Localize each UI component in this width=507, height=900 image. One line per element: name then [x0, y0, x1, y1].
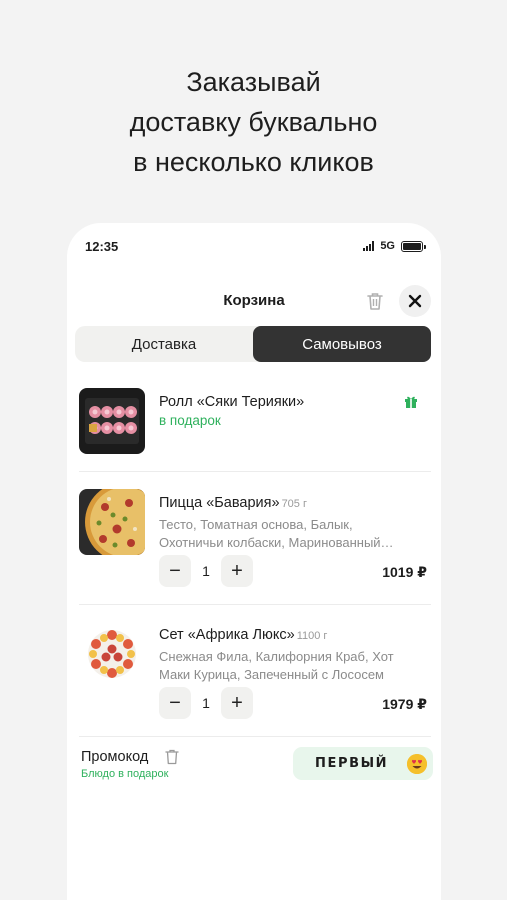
phone-screen: 12:35 5G Корзина Доставка Самовывоз Ролл… — [67, 223, 441, 900]
item-name: Ролл «Сяки Терияки» — [159, 394, 305, 410]
delivery-method-toggle: Доставка Самовывоз — [75, 326, 431, 362]
decrease-quantity-button[interactable]: − — [159, 555, 191, 587]
item-description: Снежная Фила, Калифорния Краб, Хот Маки … — [159, 649, 394, 682]
tab-pickup[interactable]: Самовывоз — [253, 326, 431, 362]
item-description: Тесто, Томатная основа, Балык, Охотничьи… — [159, 517, 394, 550]
headline-line-3: в несколько кликов — [133, 147, 374, 177]
divider — [79, 736, 431, 737]
quantity-value: 1 — [202, 563, 210, 579]
signal-icon — [363, 241, 375, 251]
quantity-value: 1 — [202, 695, 210, 711]
item-price: 1019 ₽ — [382, 564, 427, 580]
status-icons: 5G — [363, 240, 426, 252]
cart-item-pizza: Пицца «Бавария» 705 г Тесто, Томатная осн… — [79, 489, 431, 589]
roll-image — [79, 388, 145, 454]
clear-cart-button[interactable] — [364, 290, 386, 312]
close-button[interactable] — [399, 285, 431, 317]
tab-delivery[interactable]: Доставка — [75, 326, 253, 362]
sushi-set-image — [79, 621, 145, 687]
divider — [79, 471, 431, 472]
status-time: 12:35 — [85, 238, 119, 254]
decrease-quantity-button[interactable]: − — [159, 687, 191, 719]
promo-label: Промокод — [81, 749, 149, 765]
headline-line-1: Заказывай — [186, 67, 321, 97]
cart-header: Корзина — [67, 285, 441, 317]
item-price: 1979 ₽ — [382, 696, 427, 712]
remove-promo-button[interactable] — [165, 749, 179, 765]
promo-code-value: ПЕРВЫЙ — [315, 756, 389, 771]
battery-icon — [401, 240, 426, 252]
quantity-stepper: − 1 + — [159, 687, 253, 719]
close-icon — [408, 294, 422, 308]
increase-quantity-button[interactable]: + — [221, 555, 253, 587]
gift-label: в подарок — [159, 413, 221, 428]
heart-eyes-emoji-icon — [407, 754, 427, 774]
cart-item-gift-roll: Ролл «Сяки Терияки» в подарок — [79, 388, 431, 458]
status-bar: 12:35 5G — [85, 237, 426, 255]
gift-icon — [403, 393, 419, 409]
trash-icon — [367, 293, 383, 310]
item-name: Сет «Африка Люкс» 1100 г — [159, 627, 328, 643]
trash-icon — [165, 749, 179, 765]
promo-code-field[interactable]: ПЕРВЫЙ — [293, 747, 433, 780]
item-name: Пицца «Бавария» 705 г — [159, 495, 307, 511]
promo-section: Промокод Блюдо в подарок ПЕРВЫЙ — [81, 747, 433, 783]
increase-quantity-button[interactable]: + — [221, 687, 253, 719]
pizza-image — [79, 489, 145, 555]
promo-subtitle: Блюдо в подарок — [81, 768, 169, 780]
headline-line-2: доставку буквально — [129, 107, 378, 137]
item-weight: 705 г — [281, 498, 307, 510]
network-type: 5G — [380, 240, 395, 252]
quantity-stepper: − 1 + — [159, 555, 253, 587]
cart-item-sushi-set: Сет «Африка Люкс» 1100 г Снежная Фила, Ка… — [79, 621, 431, 721]
divider — [79, 604, 431, 605]
promo-headline: Заказывай доставку буквально в несколько… — [0, 62, 507, 182]
item-weight: 1100 г — [296, 630, 328, 642]
